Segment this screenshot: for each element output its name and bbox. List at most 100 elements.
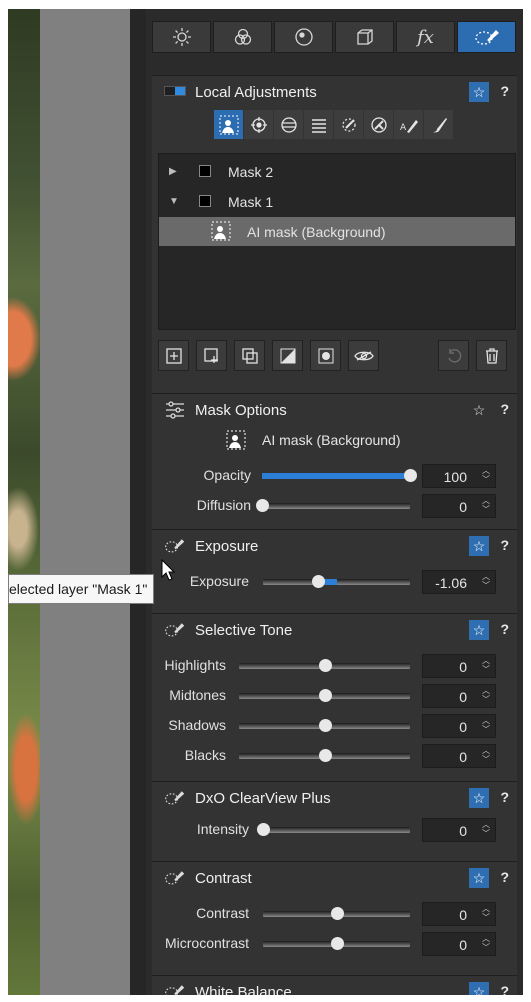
text-brush-tool[interactable]: A xyxy=(394,110,423,139)
intensity-field[interactable]: 0 ︿ ﹀ xyxy=(422,818,496,842)
exposure-slider[interactable] xyxy=(263,575,410,588)
spinner-icon[interactable]: ︿ ﹀ xyxy=(482,496,490,514)
star-icon[interactable]: ☆ xyxy=(469,400,489,420)
slider-knob[interactable] xyxy=(331,907,344,920)
panel-divider[interactable]: › xyxy=(130,9,259,995)
invert-mask-button[interactable] xyxy=(272,340,303,371)
graduated-filter-tool[interactable] xyxy=(304,110,333,139)
collapse-arrow-icon[interactable]: ▼ xyxy=(169,196,179,207)
mask-checkbox[interactable] xyxy=(199,165,211,177)
slider-knob[interactable] xyxy=(257,823,270,836)
hide-mask-button[interactable] xyxy=(348,340,379,371)
help-icon[interactable]: ? xyxy=(500,621,509,637)
tab-color[interactable] xyxy=(213,21,272,53)
enable-toggle[interactable] xyxy=(164,86,186,96)
delete-button[interactable] xyxy=(476,340,507,371)
star-icon[interactable]: ☆ xyxy=(469,82,489,102)
control-line-tool[interactable] xyxy=(274,110,303,139)
microcontrast-field[interactable]: 0 ︿ ﹀ xyxy=(422,932,496,956)
slider-knob[interactable] xyxy=(256,499,269,512)
spinner-icon[interactable]: ︿ ﹀ xyxy=(482,820,490,838)
diffusion-label: Diffusion xyxy=(196,497,251,513)
star-icon[interactable]: ☆ xyxy=(469,620,489,640)
spinner-icon[interactable]: ︿ ﹀ xyxy=(482,572,490,590)
tab-light[interactable] xyxy=(152,21,211,53)
slider-knob[interactable] xyxy=(331,937,344,950)
local-adjust-brush-icon xyxy=(474,30,499,45)
star-icon[interactable]: ☆ xyxy=(469,982,489,995)
sun-icon xyxy=(172,28,191,46)
blacks-field[interactable]: 0 ︿ ﹀ xyxy=(422,744,496,768)
slider-knob[interactable] xyxy=(312,575,325,588)
intensity-slider[interactable] xyxy=(257,823,410,836)
reset-button[interactable] xyxy=(438,340,469,371)
microcontrast-label: Microcontrast xyxy=(164,935,249,951)
duplicate-icon xyxy=(241,347,258,364)
exposure-field[interactable]: -1.06 ︿ ﹀ xyxy=(422,570,496,594)
invert-icon xyxy=(280,348,295,363)
opacity-slider[interactable] xyxy=(262,469,417,482)
midtones-slider[interactable] xyxy=(239,689,410,702)
spinner-icon[interactable]: ︿ ﹀ xyxy=(482,716,490,734)
contrast-label: Contrast xyxy=(196,905,249,921)
slider-knob[interactable] xyxy=(319,719,332,732)
microcontrast-slider[interactable] xyxy=(263,937,410,950)
diffusion-slider[interactable] xyxy=(256,499,410,512)
shadows-field[interactable]: 0 ︿ ﹀ xyxy=(422,714,496,738)
contrast-field[interactable]: 0 ︿ ﹀ xyxy=(422,902,496,926)
repair-icon xyxy=(370,116,387,133)
auto-mask-tool[interactable] xyxy=(334,110,363,139)
photo-preview[interactable] xyxy=(8,9,40,995)
spinner-icon[interactable]: ︿ ﹀ xyxy=(482,686,490,704)
spinner-icon[interactable]: ︿ ﹀ xyxy=(482,904,490,922)
tab-effects[interactable]: fx xyxy=(396,21,455,53)
right-panel: fx Local Adjustments ☆ ? A ▶ Mask 2 ▼ Ma… xyxy=(146,9,523,995)
star-icon[interactable]: ☆ xyxy=(469,788,489,808)
slider-knob[interactable] xyxy=(404,469,417,482)
help-icon[interactable]: ? xyxy=(500,537,509,553)
duplicate-button[interactable] xyxy=(234,340,265,371)
spinner-icon[interactable]: ︿ ﹀ xyxy=(482,466,490,484)
show-mask-button[interactable] xyxy=(310,340,341,371)
ai-mask-tool[interactable] xyxy=(214,110,243,139)
help-icon[interactable]: ? xyxy=(500,401,509,417)
brush-tool[interactable] xyxy=(424,110,453,139)
highlights-field[interactable]: 0 ︿ ﹀ xyxy=(422,654,496,678)
midtones-field[interactable]: 0 ︿ ﹀ xyxy=(422,684,496,708)
slider-knob[interactable] xyxy=(319,659,332,672)
spinner-icon[interactable]: ︿ ﹀ xyxy=(482,934,490,952)
list-item-selected[interactable]: AI mask (Background) xyxy=(159,217,515,246)
contrast-slider[interactable] xyxy=(263,907,410,920)
slider-knob[interactable] xyxy=(319,749,332,762)
section-title: Mask Options xyxy=(195,402,287,419)
add-mask-button[interactable] xyxy=(158,340,189,371)
section-title: Contrast xyxy=(195,870,252,887)
star-icon[interactable]: ☆ xyxy=(469,868,489,888)
spinner-icon[interactable]: ︿ ﹀ xyxy=(482,656,490,674)
mask-checkbox[interactable] xyxy=(199,195,211,207)
diffusion-field[interactable]: 0 ︿ ﹀ xyxy=(422,494,496,518)
ai-mask-icon xyxy=(219,115,238,134)
star-icon[interactable]: ☆ xyxy=(469,536,489,556)
opacity-field[interactable]: 100 ︿ ﹀ xyxy=(422,464,496,488)
palette-tabs: fx xyxy=(152,21,516,53)
help-icon[interactable]: ? xyxy=(500,869,509,885)
list-item[interactable]: ▶ Mask 2 xyxy=(159,157,515,186)
expand-arrow-icon[interactable]: ▶ xyxy=(169,166,177,177)
highlights-slider[interactable] xyxy=(239,659,410,672)
add-submask-button[interactable] xyxy=(196,340,227,371)
help-icon[interactable]: ? xyxy=(500,983,509,995)
blacks-slider[interactable] xyxy=(239,749,410,762)
list-item[interactable]: ▼ Mask 1 xyxy=(159,187,515,216)
help-icon[interactable]: ? xyxy=(500,789,509,805)
control-point-tool[interactable] xyxy=(244,110,273,139)
spinner-icon[interactable]: ︿ ﹀ xyxy=(482,746,490,764)
tab-geometry[interactable] xyxy=(335,21,394,53)
slider-knob[interactable] xyxy=(319,689,332,702)
repair-tool[interactable] xyxy=(364,110,393,139)
tab-detail[interactable] xyxy=(274,21,333,53)
tab-local-adjustments[interactable] xyxy=(457,21,516,53)
geometry-cube-icon xyxy=(356,29,373,45)
help-icon[interactable]: ? xyxy=(500,83,509,99)
shadows-slider[interactable] xyxy=(239,719,410,732)
